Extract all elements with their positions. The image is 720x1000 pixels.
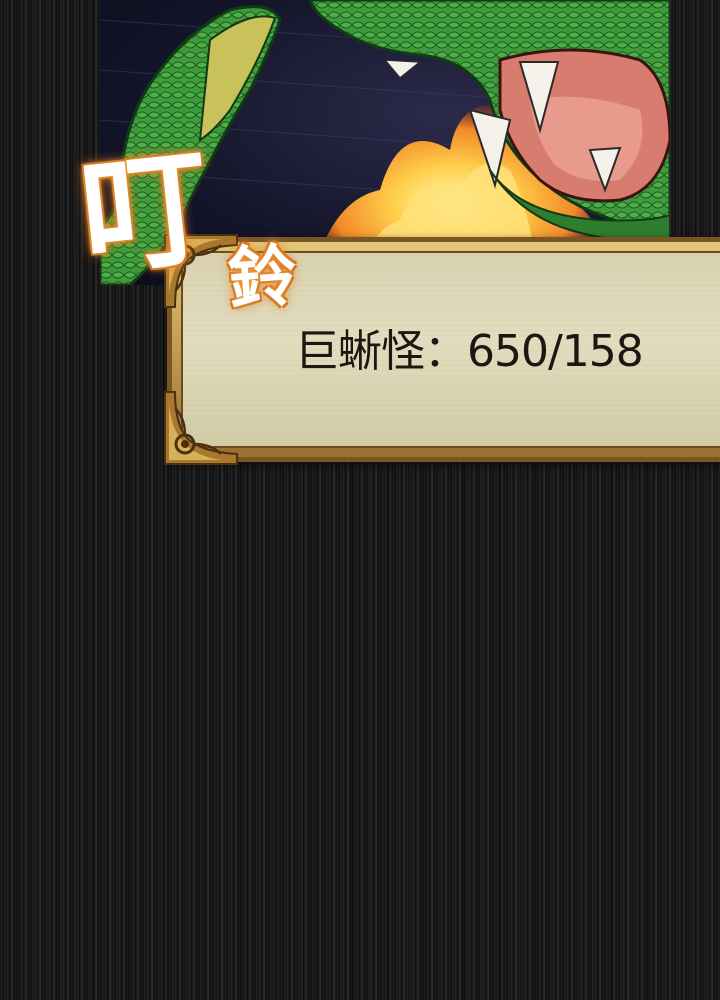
sfx-ling-text: 鈴 <box>225 235 300 321</box>
monster-status-text: 巨蜥怪：650/158 <box>295 326 644 377</box>
sfx-ding-text: 叮 <box>73 133 203 295</box>
page: 叮 鈴 巨蜥怪：650/158 <box>0 0 720 1000</box>
sound-effect: 叮 鈴 <box>74 110 340 330</box>
ornament-corner-icon <box>164 391 238 465</box>
